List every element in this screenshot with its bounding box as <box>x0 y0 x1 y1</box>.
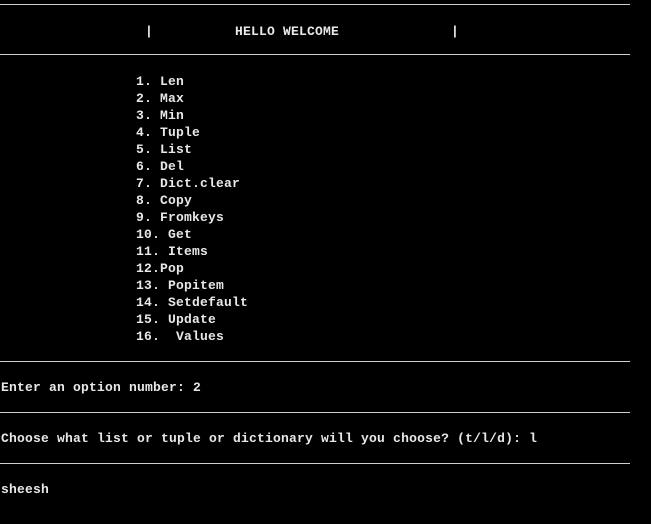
menu-item: 11. Items <box>136 244 209 259</box>
menu-item: 8. Copy <box>136 193 193 208</box>
prompt-divider <box>0 412 630 413</box>
menu-item: 12.Pop <box>136 261 185 276</box>
menu-item: 15. Update <box>136 312 217 327</box>
menu-item: 2. Max <box>136 91 185 106</box>
menu-item: 1. Len <box>136 74 185 89</box>
header-divider <box>0 54 630 55</box>
menu-item: 5. List <box>136 142 193 157</box>
menu-item: 6. Del <box>136 159 185 174</box>
type-prompt[interactable]: Choose what list or tuple or dictionary … <box>1 430 537 447</box>
program-output: sheesh <box>1 482 50 497</box>
top-divider <box>0 4 630 5</box>
menu-divider <box>0 361 630 362</box>
header-right-bar: | <box>451 24 460 39</box>
menu-item: 14. Setdefault <box>136 295 249 310</box>
menu-item: 3. Min <box>136 108 185 123</box>
menu-item: 4. Tuple <box>136 125 201 140</box>
menu-item: 7. Dict.clear <box>136 176 241 191</box>
output-divider <box>0 463 630 464</box>
menu-item: 10. Get <box>136 227 193 242</box>
option-prompt[interactable]: Enter an option number: 2 <box>1 379 201 396</box>
menu-item: 16. Values <box>136 329 225 344</box>
options-menu: 1. Len 2. Max 3. Min 4. Tuple 5. List 6.… <box>136 73 248 345</box>
menu-item: 9. Fromkeys <box>136 210 225 225</box>
menu-item: 13. Popitem <box>136 278 225 293</box>
header-title: HELLO WELCOME <box>235 24 340 39</box>
header-left-bar: | <box>145 24 154 39</box>
